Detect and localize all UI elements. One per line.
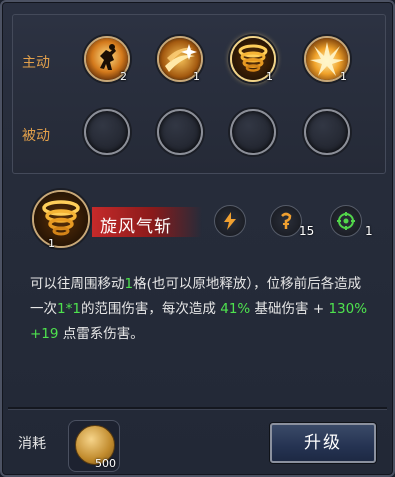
- cost-amount: 500: [95, 457, 116, 470]
- skill-level: 2: [120, 70, 127, 83]
- selected-skill-level: 1: [48, 237, 55, 250]
- lightning-attribute: [214, 205, 246, 237]
- passive-label: 被动: [22, 128, 50, 144]
- target-attribute: [330, 205, 362, 237]
- active-skill-slot-4[interactable]: 1: [304, 36, 350, 83]
- description-segment: 的范围伤害，每次造成: [80, 301, 221, 317]
- description-segment: 41%: [220, 301, 251, 317]
- description-segment: 可以往周围移动: [30, 276, 125, 292]
- cost-item: 500: [68, 420, 120, 472]
- selected-skill-icon: 1: [32, 190, 90, 250]
- skill-name: 旋风气斩: [100, 217, 172, 237]
- lightning-icon: [224, 212, 236, 230]
- active-skill-slot-3[interactable]: 1: [230, 36, 276, 83]
- description-segment: 1: [124, 276, 134, 292]
- description-segment: 1*1: [57, 301, 81, 317]
- skill-panel: 主动 被动 2 1 1 1 1 旋风气斩 15 1 可以往周围移动1格(也可以原…: [0, 0, 395, 477]
- active-skill-slot-2[interactable]: 1: [157, 36, 203, 83]
- skill-level: 1: [340, 70, 347, 83]
- description-segment: 点雷系伤害。: [58, 326, 144, 342]
- passive-skill-slot-2[interactable]: [157, 109, 203, 155]
- skill-level: 1: [193, 70, 200, 83]
- target-value: 1: [365, 224, 373, 238]
- divider: [8, 407, 387, 410]
- passive-skill-slot-4[interactable]: [304, 109, 350, 155]
- range-value: 15: [299, 224, 315, 238]
- range-attribute: [270, 205, 302, 237]
- description-segment: 基础伤害 +: [250, 301, 329, 317]
- active-label: 主动: [22, 55, 50, 71]
- active-skill-slot-1[interactable]: 2: [84, 36, 130, 83]
- target-icon: [337, 212, 355, 230]
- upgrade-button[interactable]: 升级: [270, 423, 376, 463]
- hook-rune-icon: [281, 212, 292, 229]
- whirlwind-icon: [34, 192, 88, 246]
- cost-label: 消耗: [18, 436, 46, 452]
- passive-skill-slot-1[interactable]: [84, 109, 130, 155]
- skill-description: 可以往周围移动1格(也可以原地释放），位移前后各造成一次1*1的范围伤害，每次造…: [30, 272, 370, 347]
- skill-level: 1: [266, 70, 273, 83]
- passive-skill-slot-3[interactable]: [230, 109, 276, 155]
